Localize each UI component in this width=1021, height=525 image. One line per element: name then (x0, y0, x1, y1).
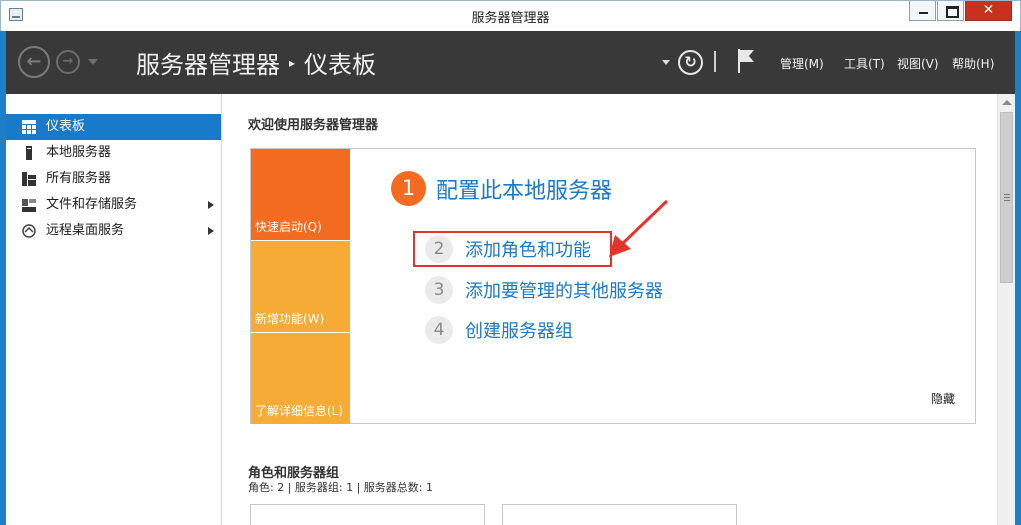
window-controls: ✕ (908, 1, 1012, 21)
sidebar-item-label: 仪表板 (46, 119, 86, 134)
step-label[interactable]: 添加要管理的其他服务器 (465, 277, 663, 303)
step-label[interactable]: 创建服务器组 (465, 317, 573, 343)
sidebar-item-label: 文件和存储服务 (46, 197, 138, 212)
expand-arrow-icon[interactable] (208, 201, 214, 209)
tile-label: 快速启动(Q) (255, 220, 322, 234)
role-card[interactable] (250, 504, 485, 525)
breadcrumb-root[interactable]: 服务器管理器 (136, 51, 280, 79)
window-title: 服务器管理器 (471, 11, 550, 26)
app-header: ← → 服务器管理器 ▸ 仪表板 ↻ 管理(M) 工具(T) 视图(V) 帮助(H) (0, 31, 1021, 94)
back-arrow-icon[interactable]: ← (18, 46, 50, 78)
annotation-arrow-icon (609, 199, 669, 257)
annotation-highlight-box (413, 231, 612, 267)
all-servers-icon (22, 172, 36, 186)
menu-help[interactable]: 帮助(H) (952, 55, 994, 72)
scroll-up-arrow-icon[interactable] (1002, 100, 1012, 105)
sidebar-item-label: 远程桌面服务 (46, 223, 125, 238)
role-card[interactable] (502, 504, 737, 525)
expand-arrow-icon[interactable] (208, 227, 214, 235)
sidebar-item-all-servers[interactable]: 所有服务器 (6, 166, 221, 192)
hide-link[interactable]: 隐藏 (931, 390, 955, 407)
step-number-badge: 1 (391, 171, 426, 206)
step-number-badge: 3 (425, 276, 453, 304)
tile-quick-start[interactable]: 快速启动(Q) (251, 149, 350, 240)
header-divider (714, 51, 716, 72)
local-server-icon (26, 146, 32, 160)
dashboard-content: 欢迎使用服务器管理器 快速启动(Q) 新增功能(W) 了解详细信息(L) 1 配… (223, 94, 997, 525)
breadcrumb-current: 仪表板 (304, 51, 377, 79)
menu-view[interactable]: 视图(V) (897, 55, 939, 72)
window-titlebar: 服务器管理器 ✕ (0, 0, 1021, 31)
maximize-button[interactable] (937, 1, 964, 21)
sidebar-item-remote-desktop[interactable]: 远程桌面服务 (6, 218, 221, 244)
forward-arrow-icon[interactable]: → (56, 50, 80, 74)
sidebar-item-label: 本地服务器 (46, 145, 112, 160)
remote-desktop-icon (22, 224, 36, 238)
sidebar: 仪表板 本地服务器 所有服务器 文件和存储服务 远程桌面服务 (6, 94, 222, 525)
tile-whats-new[interactable]: 新增功能(W) (251, 241, 350, 332)
breadcrumb: 服务器管理器 ▸ 仪表板 (136, 45, 376, 80)
dashboard-icon (22, 120, 36, 134)
menu-tools[interactable]: 工具(T) (844, 55, 885, 72)
file-storage-icon (22, 199, 36, 212)
minimize-button[interactable] (909, 1, 936, 21)
notifications-flag-icon[interactable] (736, 48, 756, 74)
step-label[interactable]: 配置此本地服务器 (436, 173, 612, 205)
menu-manage[interactable]: 管理(M) (780, 55, 824, 72)
sidebar-item-local-server[interactable]: 本地服务器 (6, 140, 221, 166)
breadcrumb-separator-icon: ▸ (289, 56, 296, 70)
history-dropdown-icon[interactable] (88, 59, 98, 65)
sidebar-item-file-storage[interactable]: 文件和存储服务 (6, 192, 221, 218)
vertical-scrollbar[interactable] (997, 94, 1015, 525)
tile-learn-more[interactable]: 了解详细信息(L) (251, 333, 350, 424)
roles-summary: 角色: 2 | 服务器组: 1 | 服务器总数: 1 (248, 481, 434, 494)
tile-label: 了解详细信息(L) (255, 404, 344, 418)
close-button[interactable]: ✕ (965, 1, 1012, 21)
scrollbar-thumb[interactable] (1000, 112, 1013, 283)
header-dropdown-icon[interactable] (662, 60, 670, 65)
sidebar-item-dashboard[interactable]: 仪表板 (6, 114, 221, 140)
sidebar-item-label: 所有服务器 (46, 171, 112, 186)
app-body: 仪表板 本地服务器 所有服务器 文件和存储服务 远程桌面服务 欢迎使用服务器管理… (6, 94, 1015, 525)
welcome-title: 欢迎使用服务器管理器 (248, 118, 379, 133)
quick-start-panel: 快速启动(Q) 新增功能(W) 了解详细信息(L) 1 配置此本地服务器 2 添… (250, 148, 976, 424)
tile-label: 新增功能(W) (255, 312, 325, 326)
scroll-grip-icon (1004, 194, 1010, 195)
refresh-icon[interactable]: ↻ (678, 50, 703, 75)
step-number-badge: 4 (425, 316, 453, 344)
